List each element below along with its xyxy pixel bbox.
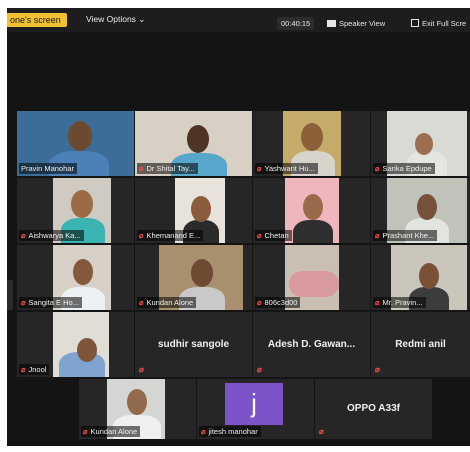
- mic-muted-icon: ⌀: [375, 164, 380, 173]
- participant-tile[interactable]: ⌀ Chetan: [253, 178, 370, 243]
- mic-muted-icon: ⌀: [139, 365, 144, 374]
- mic-muted-icon: ⌀: [257, 365, 262, 374]
- participant-tile[interactable]: ⌀ Sarika Epdupe: [371, 111, 470, 176]
- participant-name: ⌀ jitesh manohar: [199, 426, 261, 437]
- participant-name: Pravin Manohar: [19, 163, 77, 174]
- participant-name-text: Kundan Alone: [146, 298, 194, 307]
- speaker-view-label: Speaker View: [339, 19, 386, 28]
- participant-tile[interactable]: ⌀ Sangita E Ho...: [17, 245, 134, 310]
- participant-name-text: sudhir sangole: [157, 338, 230, 350]
- participant-tile[interactable]: ⌀ Dr Shital Tay...: [135, 111, 252, 176]
- mic-muted-icon: ⌀: [375, 231, 380, 240]
- participant-tile[interactable]: ⌀ Jnool: [17, 312, 134, 377]
- view-options-menu[interactable]: View Options ⌄: [86, 14, 145, 25]
- participant-name: ⌀ Prashant Khe...: [373, 230, 438, 241]
- participant-tile[interactable]: ⌀ Mr. Pravin...: [371, 245, 470, 310]
- participant-name: ⌀ Chetan: [255, 230, 292, 241]
- mic-muted-icon: ⌀: [21, 365, 26, 374]
- mic-muted-icon: ⌀: [139, 164, 144, 173]
- participant-name: ⌀ Sangita E Ho...: [19, 297, 82, 308]
- participant-name: ⌀ Sarika Epdupe: [373, 163, 435, 174]
- participant-name-text: Jnool: [28, 365, 47, 374]
- participant-tile[interactable]: OPPO A33f ⌀: [315, 379, 432, 439]
- speaker-view-icon: [327, 20, 336, 27]
- mic-muted-icon: ⌀: [21, 231, 26, 240]
- mic-muted-icon: ⌀: [375, 298, 380, 307]
- participant-name: ⌀ Kundan Alone: [137, 297, 197, 308]
- mic-muted-icon: ⌀: [257, 231, 262, 240]
- participant-tile[interactable]: ⌀ Yashwant Hu...: [253, 111, 370, 176]
- participant-tile[interactable]: Redmi anil ⌀: [371, 312, 470, 377]
- participant-tile[interactable]: sudhir sangole ⌀: [135, 312, 252, 377]
- participant-tile[interactable]: ⌀ Khemanand E...: [135, 178, 252, 243]
- participant-name: ⌀ Yashwant Hu...: [255, 163, 318, 174]
- participant-tile[interactable]: Adesh D. Gawan... ⌀: [253, 312, 370, 377]
- participant-tile[interactable]: ⌀ Aishwarya Ka...: [17, 178, 134, 243]
- participant-tile[interactable]: ⌀ 806c3d00: [253, 245, 370, 310]
- mic-muted-icon: ⌀: [139, 231, 144, 240]
- participant-name: ⌀ Khemanand E...: [137, 230, 204, 241]
- participant-name: ⌀ Kundan Alone: [81, 426, 141, 437]
- participant-name-text: Chetan: [264, 231, 289, 240]
- exit-fullscreen-icon: [411, 19, 419, 27]
- participant-name-text: Aishwarya Ka...: [28, 231, 81, 240]
- participant-name-text: Sangita E Ho...: [28, 298, 79, 307]
- participant-name-text: Mr. Pravin...: [382, 298, 423, 307]
- participant-name-text: Pravin Manohar: [21, 164, 74, 173]
- participant-tile[interactable]: ⌀ Kundan Alone: [135, 245, 252, 310]
- participant-name-text: Redmi anil: [395, 338, 446, 350]
- participant-name-text: OPPO A33f: [347, 402, 400, 414]
- participant-name: ⌀ Mr. Pravin...: [373, 297, 426, 308]
- exit-fullscreen-button[interactable]: Exit Full Scre: [411, 19, 466, 28]
- participant-avatar: j: [225, 383, 283, 425]
- participant-name-text: Adesh D. Gawan...: [267, 338, 356, 350]
- mic-muted-icon: ⌀: [375, 365, 380, 374]
- meeting-timer: 00:40:15: [277, 17, 315, 30]
- participant-name-text: Prashant Khe...: [382, 231, 435, 240]
- participant-tile[interactable]: j ⌀ jitesh manohar: [197, 379, 314, 439]
- mic-muted-icon: ⌀: [21, 298, 26, 307]
- speaker-view-button[interactable]: Speaker View: [327, 19, 385, 28]
- gallery-prev-handle[interactable]: [7, 280, 13, 310]
- participant-name-text: Khemanand E...: [146, 231, 201, 240]
- zoom-meeting-window: one's screen View Options ⌄ 00:40:15 Spe…: [7, 8, 470, 446]
- participant-name-text: jitesh manohar: [208, 427, 258, 436]
- mic-muted-icon: ⌀: [201, 427, 206, 436]
- mic-muted-icon: ⌀: [319, 427, 324, 436]
- participant-name: ⌀ 806c3d00: [255, 297, 301, 308]
- mic-muted-icon: ⌀: [257, 298, 262, 307]
- participant-name-text: Dr Shital Tay...: [146, 164, 195, 173]
- participant-tile[interactable]: ⌀ Kundan Alone: [79, 379, 196, 439]
- top-toolbar: one's screen View Options ⌄ 00:40:15 Spe…: [7, 8, 470, 32]
- participant-name: ⌀ Jnool: [19, 364, 50, 375]
- mic-muted-icon: ⌀: [83, 427, 88, 436]
- participant-name-text: Yashwant Hu...: [264, 164, 315, 173]
- participant-name-text: Kundan Alone: [90, 427, 138, 436]
- photo-frame: one's screen View Options ⌄ 00:40:15 Spe…: [0, 0, 470, 452]
- exit-fullscreen-label: Exit Full Scre: [422, 19, 467, 28]
- mic-muted-icon: ⌀: [257, 164, 262, 173]
- participant-tile[interactable]: ⌀ Prashant Khe...: [371, 178, 470, 243]
- participant-name: ⌀ Dr Shital Tay...: [137, 163, 198, 174]
- mic-muted-icon: ⌀: [139, 298, 144, 307]
- participant-tile[interactable]: Pravin Manohar: [17, 111, 134, 176]
- participant-name-text: Sarika Epdupe: [382, 164, 432, 173]
- participant-name-text: 806c3d00: [264, 298, 298, 307]
- participant-name: ⌀ Aishwarya Ka...: [19, 230, 84, 241]
- screen-share-indicator[interactable]: one's screen: [7, 13, 67, 27]
